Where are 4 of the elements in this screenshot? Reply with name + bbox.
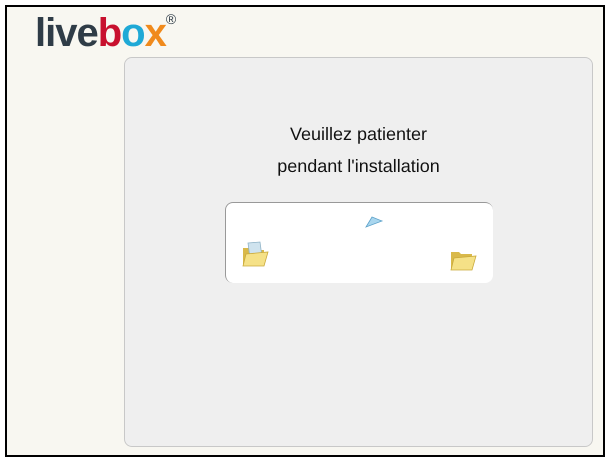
folder-with-document-icon [240,239,270,269]
paper-sheet-icon [364,215,384,229]
logo: livebox® [35,11,176,55]
install-message: Veuillez patienter pendant l'installation [277,123,440,178]
